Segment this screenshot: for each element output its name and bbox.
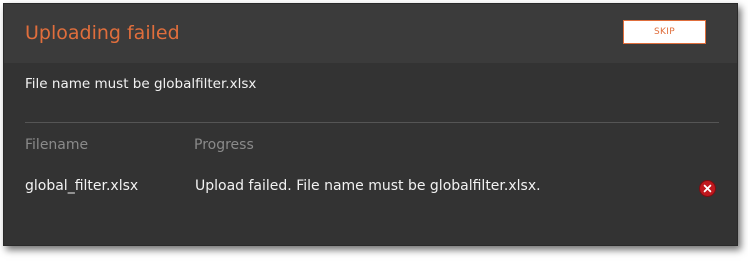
column-header-filename: Filename [25,137,89,153]
dialog-title: Uploading failed [25,22,180,44]
remove-icon[interactable] [699,180,716,197]
row-progress-status: Upload failed. File name must be globalf… [195,178,541,194]
divider [25,122,719,123]
error-message: File name must be globalfilter.xlsx [25,76,257,92]
skip-button[interactable]: SKIP [623,20,706,44]
column-header-progress: Progress [194,137,254,153]
upload-dialog: Uploading failed SKIP File name must be … [3,3,738,246]
row-filename: global_filter.xlsx [25,178,139,194]
dialog-header: Uploading failed SKIP [4,4,737,63]
